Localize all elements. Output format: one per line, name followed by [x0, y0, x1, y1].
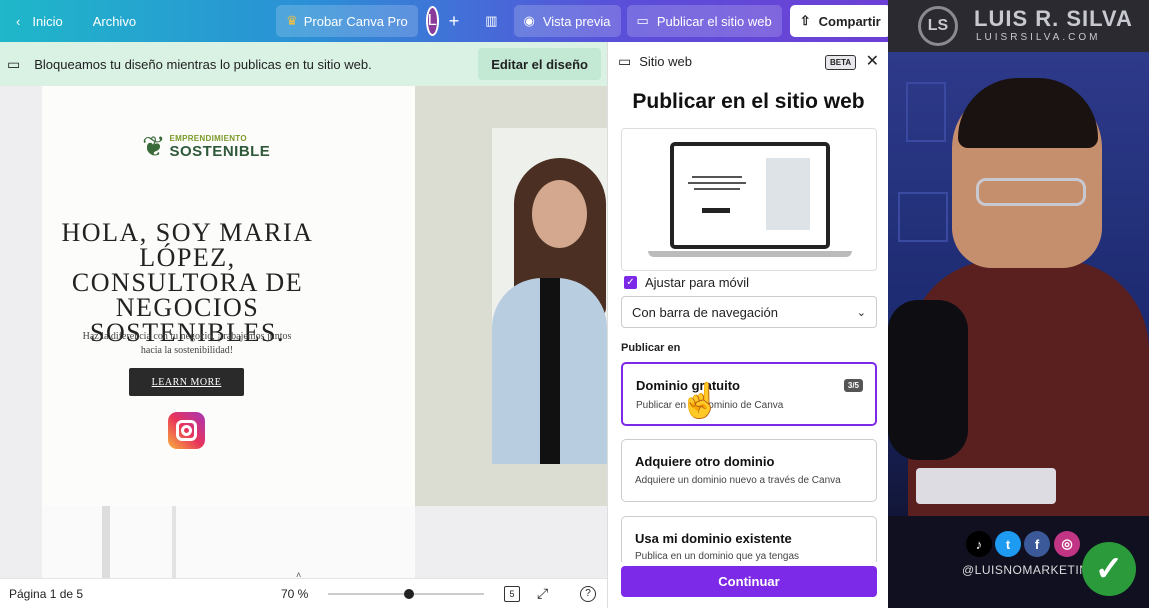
fullscreen-icon[interactable]: ⤢	[537, 585, 548, 602]
option-free-domain[interactable]: Dominio gratuito Publicar en un dominio …	[621, 362, 877, 426]
laptop-icon	[670, 142, 830, 249]
facebook-icon: f	[1024, 531, 1050, 557]
chevron-up-icon[interactable]: ˄	[296, 570, 301, 578]
brand-logo: LS LUIS R. SILVA LUISRSILVA.COM	[918, 6, 1133, 46]
design-subtext: Haz la diferencia con tu negocio, ¡traba…	[82, 331, 292, 356]
continue-button[interactable]: Continuar	[621, 566, 877, 597]
check-icon: ✓	[1082, 542, 1136, 596]
brand-header: LS LUIS R. SILVA LUISRSILVA.COM	[888, 0, 1149, 52]
share-button[interactable]: ⇧ Compartir	[789, 5, 891, 37]
brand-mark-icon: LS	[918, 6, 958, 46]
panel-header-label: Sitio web	[639, 53, 692, 69]
plus-icon: +	[448, 10, 460, 31]
home-button[interactable]: ‹ Inicio	[6, 5, 73, 37]
adjust-mobile-checkbox[interactable]: ✓ Ajustar para móvil	[624, 275, 749, 290]
publish-in-label: Publicar en	[621, 342, 681, 354]
zoom-level[interactable]: 70 %	[281, 587, 308, 601]
navigation-select[interactable]: Con barra de navegación ⌄	[621, 296, 877, 328]
usage-badge: 3/5	[843, 379, 863, 392]
eye-icon: ◉	[523, 13, 535, 28]
twitter-icon: t	[995, 531, 1021, 557]
pages-count-button[interactable]: 5	[504, 586, 520, 602]
website-preview	[621, 128, 877, 271]
face-front-shape	[532, 180, 587, 248]
keyboard	[916, 468, 1056, 504]
chevron-left-icon: ‹	[16, 13, 21, 29]
lock-notice: ▭ Bloqueamos tu diseño mientras lo publi…	[0, 42, 607, 86]
crown-icon: ♛	[286, 13, 298, 28]
instagram-icon: ◎	[1054, 531, 1080, 557]
webcam-overlay: LS LUIS R. SILVA LUISRSILVA.COM ♪ t f ◎ …	[888, 0, 1149, 608]
adjust-mobile-label: Ajustar para móvil	[645, 275, 750, 290]
bottom-toolbar: Página 1 de 5 70 % 5 ⤢ ?	[0, 578, 607, 608]
notice-text: Bloqueamos tu diseño mientras lo publica…	[34, 56, 372, 72]
upload-icon: ⇧	[799, 13, 811, 28]
option-buy-domain[interactable]: Adquiere otro dominio Adquiere un domini…	[621, 439, 877, 502]
leaf-icon: ❦	[142, 131, 166, 162]
zoom-slider-knob[interactable]	[404, 589, 415, 599]
brand-logo: ❦ EMPRENDIMIENTO SOSTENIBLE	[142, 131, 271, 162]
instagram-icon[interactable]	[168, 412, 205, 449]
editor-topbar: ‹ Inicio Archivo ♛ Probar Canva Pro L + …	[0, 0, 891, 42]
tiktok-icon: ♪	[966, 531, 992, 557]
checkmark-icon: ✓	[624, 276, 637, 289]
page-indicator: Página 1 de 5	[9, 586, 84, 601]
website-icon: ▭	[636, 13, 649, 28]
panel-title: Publicar en el sitio web	[632, 90, 865, 113]
website-icon: ▭	[7, 55, 21, 72]
chevron-down-icon: ⌄	[856, 306, 866, 319]
publish-website-button[interactable]: ▭ Publicar el sitio web	[626, 5, 782, 37]
social-handle: @LUISNOMARKETING	[962, 563, 1099, 577]
beta-badge: BETA	[825, 55, 857, 70]
close-icon[interactable]: ✕	[866, 51, 879, 71]
add-member-button[interactable]: +	[439, 5, 470, 37]
help-icon[interactable]: ?	[580, 585, 596, 602]
zoom-slider[interactable]	[328, 589, 484, 599]
glasses-icon	[976, 178, 1086, 206]
edit-design-button[interactable]: Editar el diseño	[478, 48, 601, 80]
chart-icon: ▥	[485, 13, 498, 28]
try-pro-button[interactable]: ♛ Probar Canva Pro	[276, 5, 418, 37]
design-page-2[interactable]	[42, 506, 415, 578]
preview-button[interactable]: ◉ Vista previa	[513, 5, 621, 37]
file-menu[interactable]: Archivo	[83, 5, 146, 37]
option-existing-domain[interactable]: Usa mi dominio existente Publica en un d…	[621, 516, 877, 562]
avatar[interactable]: L	[425, 6, 439, 36]
panel-header: ▭ Sitio web BETA ✕	[608, 42, 889, 80]
design-headline: HOLA, SOY MARIA LÓPEZ, CONSULTORA DE NEG…	[61, 218, 314, 347]
hand-cursor-icon: ☝	[679, 382, 722, 420]
portrait-photo[interactable]	[492, 128, 607, 464]
analytics-button[interactable]: ▥	[475, 5, 507, 37]
website-icon: ▭	[618, 52, 632, 69]
microphone	[888, 300, 968, 460]
learn-more-button[interactable]: LEARN MORE	[129, 368, 244, 396]
top-shape	[540, 278, 560, 464]
publish-panel: ▭ Sitio web BETA ✕ Publicar en el sitio …	[607, 42, 888, 608]
design-canvas: ❦ EMPRENDIMIENTO SOSTENIBLE HOLA, SOY MA…	[0, 86, 607, 578]
